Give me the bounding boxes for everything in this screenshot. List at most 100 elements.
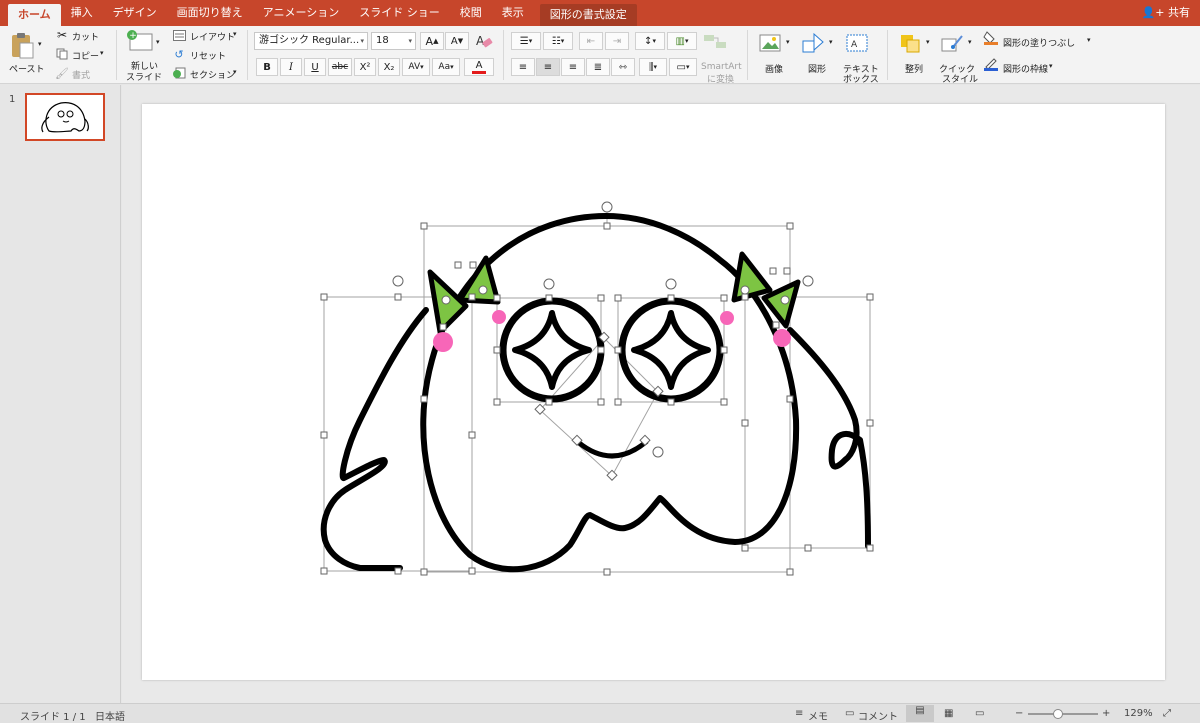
section-dropdown-icon[interactable]: ▾ [233,68,237,76]
character-spacing-button[interactable]: AV ▾ [402,58,430,76]
smartart-label-line1[interactable]: SmartArt [701,62,742,72]
shape-outline-icon [983,56,999,72]
reading-view-icon[interactable]: ▭ [975,708,984,719]
character-spacing-label: AV [408,62,421,72]
notes-button[interactable]: メモ [808,708,828,723]
smartart-icon[interactable] [702,32,728,52]
paste-dropdown-icon[interactable]: ▾ [38,40,42,48]
slide[interactable] [142,104,1165,680]
left-arm-outline[interactable] [320,307,429,571]
zoom-level[interactable]: 129% [1124,708,1153,719]
zoom-slider[interactable] [1028,713,1098,715]
align-left-button[interactable]: ≡ [511,58,535,76]
normal-view-icon[interactable]: ▤ [906,705,934,722]
slide-sorter-icon[interactable]: ▦ [944,708,953,719]
align-center-button[interactable]: ≡ [536,58,560,76]
copy-button[interactable]: コピー [72,49,99,62]
picture-icon[interactable] [758,32,784,54]
new-slide-dropdown-icon[interactable]: ▾ [156,38,160,46]
left-bow[interactable] [427,255,506,352]
tab-shape-format[interactable]: 図形の書式設定 [539,4,637,26]
svg-text:+: + [129,31,137,41]
bullets-button[interactable]: ☰ ▾ [511,32,541,50]
underline-button[interactable]: U [304,58,326,76]
picture-dropdown-icon[interactable]: ▾ [786,38,790,46]
tab-slideshow[interactable]: スライド ショー [349,0,450,26]
bold-button[interactable]: B [256,58,278,76]
zoom-out-button[interactable]: − [1015,708,1023,719]
tab-view[interactable]: 表示 [492,0,534,26]
quick-styles-dropdown-icon[interactable]: ▾ [968,38,972,46]
shape-fill-dropdown-icon[interactable]: ▾ [1087,36,1091,44]
zoom-in-button[interactable]: + [1102,708,1110,719]
character-drawing[interactable] [142,104,1165,680]
font-name-select[interactable]: 游ゴシック Regular... ▾ [254,32,368,50]
tab-animations[interactable]: アニメーション [253,0,350,26]
text-direction-button[interactable]: ⫼ ▾ [639,58,667,76]
shape-fill-button[interactable]: 図形の塗りつぶし [1003,36,1075,49]
copy-dropdown-icon[interactable]: ▾ [100,49,104,57]
svg-text:A: A [476,34,485,48]
new-slide-icon[interactable]: + [126,30,154,52]
textbox-label-line2[interactable]: ボックス [843,72,879,85]
shape-outline-dropdown-icon[interactable]: ▾ [1049,62,1053,70]
slide-thumbnail[interactable] [25,93,105,141]
cut-button[interactable]: カット [72,30,99,43]
zoom-slider-thumb[interactable] [1053,709,1063,719]
new-slide-label-line2[interactable]: スライド [126,70,162,83]
shapes-icon[interactable] [801,32,827,54]
clear-format-icon[interactable]: A [473,31,495,51]
tab-transitions[interactable]: 画面切り替え [167,0,253,26]
picture-label[interactable]: 画像 [765,62,783,75]
tab-home[interactable]: ホーム [8,4,61,26]
font-size-value: 18 [376,35,389,46]
font-size-select[interactable]: 18 ▾ [371,32,416,50]
format-painter-button[interactable]: 書式 [72,68,90,81]
comments-button[interactable]: コメント [858,708,898,723]
share-button[interactable]: 👤+ 共有 [1142,0,1190,26]
layout-dropdown-icon[interactable]: ▾ [233,30,237,38]
tab-insert[interactable]: 挿入 [61,0,103,26]
tab-review[interactable]: 校閲 [450,0,492,26]
rotate-handles[interactable] [392,201,814,458]
line-spacing-button[interactable]: ↕ ▾ [635,32,665,50]
font-color-button[interactable]: A [464,58,494,76]
align-text-button[interactable]: ▭ ▾ [669,58,697,76]
quick-styles-icon[interactable] [940,32,966,54]
smartart-label-line2[interactable]: に変換 [707,72,734,85]
decrease-indent-button[interactable]: ⇤ [579,32,603,50]
right-arm-outline[interactable] [787,327,871,549]
change-case-button[interactable]: Aa ▾ [432,58,460,76]
fit-to-window-icon[interactable]: ⤢ [1163,708,1171,719]
shape-outline-button[interactable]: 図形の枠線 [1003,62,1048,75]
italic-button[interactable]: I [280,58,302,76]
paste-icon[interactable] [9,31,35,59]
editing-canvas [122,85,1200,703]
tab-design[interactable]: デザイン [103,0,167,26]
arrange-dropdown-icon[interactable]: ▾ [926,38,930,46]
arrange-label[interactable]: 整列 [905,62,923,75]
shapes-label[interactable]: 図形 [808,62,826,75]
superscript-button[interactable]: X² [354,58,376,76]
arrange-icon[interactable] [898,32,924,54]
left-eye[interactable] [499,297,605,403]
numbering-button[interactable]: ☷ ▾ [543,32,573,50]
quick-styles-label-line2[interactable]: スタイル [942,72,978,85]
shapes-dropdown-icon[interactable]: ▾ [829,38,833,46]
increase-indent-button[interactable]: ⇥ [605,32,629,50]
align-right-button[interactable]: ≡ [561,58,585,76]
grow-font-button[interactable]: A ▲ [420,32,444,50]
reset-button[interactable]: リセット [190,49,226,62]
section-button[interactable]: セクション [190,68,235,81]
shrink-font-button[interactable]: A ▼ [445,32,469,50]
subscript-button[interactable]: X₂ [378,58,400,76]
layout-button[interactable]: レイアウト [190,30,235,43]
justify-button[interactable]: ≣ [586,58,610,76]
distributed-button[interactable]: ⇿ [611,58,635,76]
textbox-icon[interactable]: A [844,32,870,54]
right-eye[interactable] [618,297,724,403]
strikethrough-button[interactable]: abc [328,58,352,76]
paste-label[interactable]: ペースト [9,62,45,75]
language-indicator[interactable]: 日本語 [95,708,125,723]
columns-button[interactable]: ▥ ▾ [667,32,697,50]
